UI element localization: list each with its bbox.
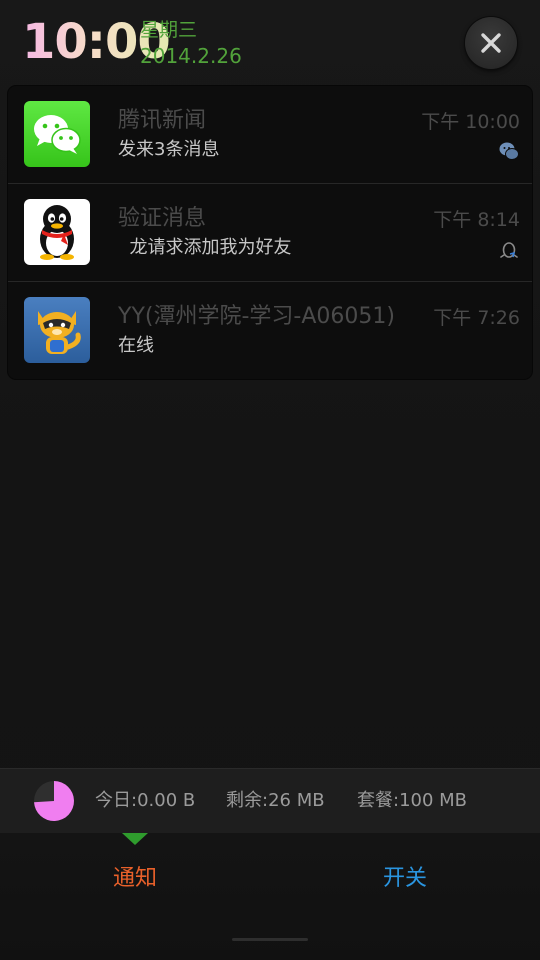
wechat-icon — [24, 101, 90, 167]
drag-handle[interactable] — [232, 938, 308, 941]
qq-penguin-icon — [24, 199, 90, 265]
active-tab-indicator — [122, 833, 148, 845]
close-icon — [481, 33, 501, 53]
data-today: 今日:0.00 B — [95, 790, 196, 811]
notification-item[interactable]: 验证消息 龙请求添加我为好友 下午 8:14 — [8, 184, 532, 281]
yy-raccoon-icon — [24, 297, 90, 363]
notification-title: 验证消息 — [118, 206, 207, 231]
weekday-label: 星期三 — [140, 19, 198, 41]
data-usage-pie — [34, 781, 74, 821]
notification-item[interactable]: 腾讯新闻 发来3条消息 下午 10:00 — [8, 86, 532, 183]
notification-time: 下午 7:26 — [433, 307, 520, 329]
notification-time: 下午 10:00 — [421, 111, 520, 133]
notification-list: 腾讯新闻 发来3条消息 下午 10:00 验证消息 龙请求添加我为好友 下午 8… — [8, 86, 532, 379]
date-label: 2014.2.26 — [140, 44, 242, 68]
notification-shade: 10:00 星期三 2014.2.26 腾讯新闻 发来3条消息 下午 10:00… — [0, 0, 540, 960]
notification-title: YY(潭州学院-学习-A06051) — [118, 304, 395, 329]
notification-time: 下午 8:14 — [433, 209, 520, 231]
tab-toggles[interactable]: 开关 — [335, 859, 475, 899]
qq-small-icon — [498, 238, 520, 260]
notification-item[interactable]: YY(潭州学院-学习-A06051) 在线 下午 7:26 — [8, 282, 532, 379]
tab-notifications[interactable]: 通知 — [65, 859, 205, 899]
notification-body: 龙请求添加我为好友 — [118, 237, 292, 258]
wechat-small-icon — [498, 140, 520, 162]
data-plan: 套餐:100 MB — [357, 790, 468, 811]
data-usage-bar[interactable]: 今日:0.00 B 剩余:26 MB 套餐:100 MB — [0, 768, 540, 834]
notification-body: 在线 — [118, 335, 154, 356]
bottom-tab-bar: 通知 开关 — [0, 833, 540, 960]
close-button[interactable] — [465, 17, 517, 69]
data-remaining: 剩余:26 MB — [226, 790, 325, 811]
notification-body: 发来3条消息 — [118, 139, 220, 160]
notification-title: 腾讯新闻 — [118, 108, 207, 133]
status-header: 10:00 星期三 2014.2.26 — [0, 0, 540, 84]
